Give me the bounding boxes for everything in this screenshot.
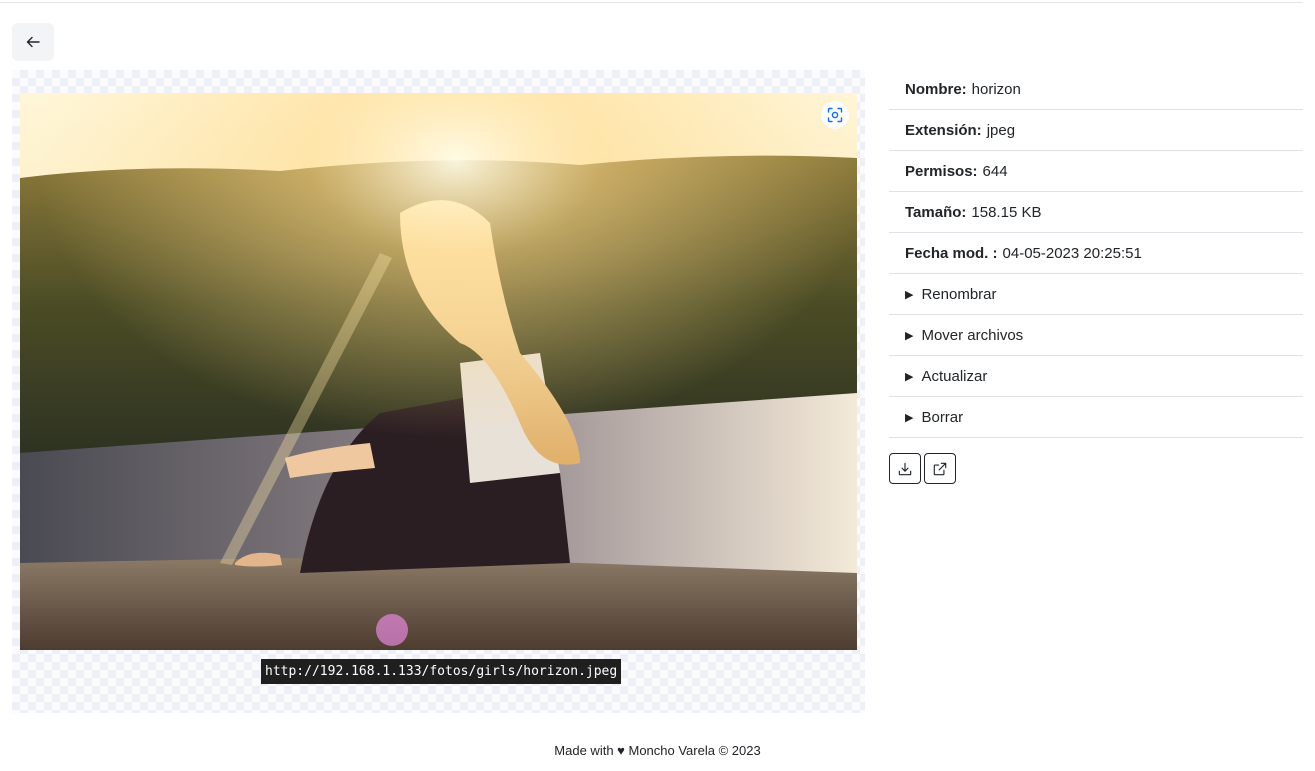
delete-toggle[interactable]: ▶ Borrar	[889, 397, 1303, 438]
delete-label: Borrar	[921, 408, 964, 426]
image-url: http://192.168.1.133/fotos/girls/horizon…	[261, 659, 622, 684]
disclosure-triangle-icon: ▶	[905, 411, 914, 424]
file-info: Nombre: horizon Extensión: jpeg Permisos…	[889, 69, 1303, 438]
rename-label: Renombrar	[921, 285, 997, 303]
file-actions	[889, 453, 956, 484]
permissions-label: Permisos:	[905, 162, 978, 180]
name-label: Nombre:	[905, 80, 967, 98]
permissions-value: 644	[982, 162, 1008, 180]
info-extension: Extensión: jpeg	[889, 110, 1303, 151]
extension-value: jpeg	[986, 121, 1016, 139]
date-value: 04-05-2023 20:25:51	[1002, 244, 1142, 262]
download-icon	[898, 462, 912, 475]
disclosure-triangle-icon: ▶	[905, 370, 914, 383]
fullscreen-button[interactable]	[821, 101, 849, 129]
info-modified-date: Fecha mod. : 04-05-2023 20:25:51	[889, 233, 1303, 274]
extension-label: Extensión:	[905, 121, 982, 139]
info-name: Nombre: horizon	[889, 69, 1303, 110]
info-permissions: Permisos: 644	[889, 151, 1303, 192]
update-label: Actualizar	[921, 367, 988, 385]
open-external-button[interactable]	[924, 453, 956, 484]
disclosure-triangle-icon: ▶	[905, 288, 914, 301]
image-viewer: http://192.168.1.133/fotos/girls/horizon…	[12, 70, 865, 713]
download-button[interactable]	[889, 453, 921, 484]
rename-toggle[interactable]: ▶ Renombrar	[889, 274, 1303, 315]
date-label: Fecha mod. :	[905, 244, 998, 262]
focus-icon	[827, 107, 843, 123]
size-label: Tamaño:	[905, 203, 967, 221]
move-files-toggle[interactable]: ▶ Mover archivos	[889, 315, 1303, 356]
preview-image[interactable]	[20, 93, 857, 650]
disclosure-triangle-icon: ▶	[905, 329, 914, 342]
move-files-label: Mover archivos	[921, 326, 1024, 344]
update-toggle[interactable]: ▶ Actualizar	[889, 356, 1303, 397]
size-value: 158.15 KB	[971, 203, 1042, 221]
footer-credit: Made with ♥ Moncho Varela © 2023	[554, 743, 761, 758]
top-border	[0, 0, 1303, 3]
name-value: horizon	[971, 80, 1021, 98]
external-link-icon	[933, 462, 947, 475]
arrow-left-icon	[26, 36, 40, 48]
info-size: Tamaño: 158.15 KB	[889, 192, 1303, 233]
back-button[interactable]	[12, 23, 54, 61]
